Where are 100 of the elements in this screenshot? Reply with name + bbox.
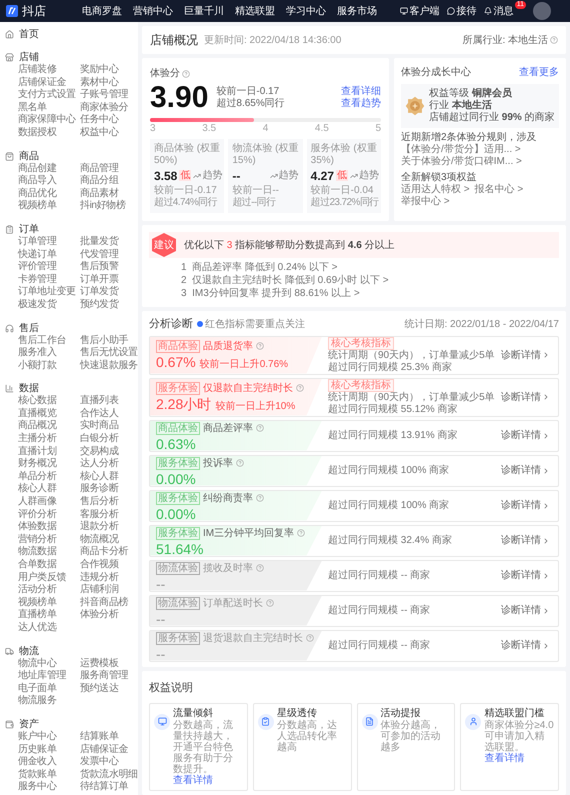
- diagnosis-link[interactable]: 诊断详情: [501, 560, 558, 590]
- sidebar-item[interactable]: 核心人群: [80, 470, 138, 484]
- detail-link[interactable]: 查看趋势: [341, 98, 381, 110]
- sidebar-item[interactable]: 权益中心: [80, 126, 138, 140]
- sidebar-item[interactable]: 物流服务: [18, 695, 78, 708]
- sidebar-item[interactable]: 账户中心: [18, 730, 78, 744]
- sidebar-item[interactable]: 货款账单: [18, 768, 78, 782]
- sidebar-item[interactable]: 订单管理: [18, 236, 78, 249]
- diagnosis-link[interactable]: 诊断详情: [501, 378, 558, 416]
- sidebar-item[interactable]: 佣金收入: [18, 756, 78, 769]
- sidebar-item[interactable]: 违规分析: [80, 572, 138, 584]
- sidebar-item[interactable]: 财务概况: [18, 458, 78, 471]
- sidebar-item[interactable]: 售后预警: [80, 261, 138, 274]
- detail-link[interactable]: 查看详细: [341, 86, 381, 98]
- sidebar-item[interactable]: 黑名单: [18, 102, 78, 114]
- sidebar-item[interactable]: 历史账单: [18, 744, 78, 756]
- sidebar-item[interactable]: 客服分析: [80, 508, 138, 522]
- sidebar-item[interactable]: 店铺利润: [80, 584, 138, 597]
- sidebar-item[interactable]: 服务准入: [18, 347, 78, 360]
- sidebar-item[interactable]: 直播计划: [18, 446, 78, 458]
- sidebar-item[interactable]: 电子面单: [18, 682, 78, 696]
- suggestion-link[interactable]: 2 仅退款自主完结时长 降低到 0.69小时 以下 >: [181, 274, 389, 287]
- sidebar-item[interactable]: 商品概况: [18, 420, 78, 434]
- sidebar-item[interactable]: 奖励中心: [80, 64, 138, 77]
- sidebar-item[interactable]: 达人分析: [80, 458, 138, 471]
- diagnosis-link[interactable]: 诊断详情: [501, 490, 558, 520]
- avatar[interactable]: [533, 2, 551, 20]
- sidebar-item[interactable]: 服务商管理: [80, 670, 138, 683]
- sidebar-item[interactable]: 发票中心: [80, 756, 138, 769]
- sidebar-item[interactable]: 营销分析: [18, 534, 78, 546]
- sidebar-item[interactable]: 快速退款服务: [80, 360, 138, 372]
- sidebar-item[interactable]: 直播列表: [80, 395, 138, 408]
- sidebar-item[interactable]: 任务中心: [80, 114, 138, 127]
- sidebar-item[interactable]: 商品优化: [18, 188, 78, 200]
- sidebar-item[interactable]: 主播分析: [18, 433, 78, 446]
- trend-button[interactable]: 趋势: [193, 168, 222, 183]
- header-action[interactable]: 客户端: [400, 4, 440, 18]
- sidebar-item[interactable]: 卡券管理: [18, 274, 78, 286]
- sidebar-item[interactable]: 直播榜单: [18, 609, 78, 622]
- sidebar-item[interactable]: 达人优选: [18, 622, 78, 635]
- more-link[interactable]: 查看更多: [519, 65, 559, 80]
- nav-link[interactable]: 服务市场: [337, 4, 377, 18]
- sidebar-home[interactable]: 首页: [0, 28, 39, 41]
- sidebar-item[interactable]: 售后工作台: [18, 334, 78, 348]
- sidebar-item[interactable]: 极速发货: [18, 298, 78, 312]
- sidebar-item[interactable]: 售后分析: [80, 496, 138, 509]
- sidebar-item[interactable]: 商品素材: [80, 188, 138, 200]
- rule-link[interactable]: 关于体验分/带货口碑IM... >: [401, 156, 559, 168]
- sidebar-item[interactable]: 代发管理: [80, 248, 138, 262]
- detail-link[interactable]: 查看详情: [484, 752, 524, 764]
- sidebar-item[interactable]: 合单数据: [18, 559, 78, 572]
- sidebar-item[interactable]: 核心人群: [18, 483, 78, 496]
- sidebar-item[interactable]: 商家体验分: [80, 102, 138, 114]
- diagnosis-link[interactable]: 诊断详情: [501, 336, 558, 374]
- sidebar-item[interactable]: 体验分析: [80, 609, 138, 622]
- sidebar-item[interactable]: 小额打款: [18, 360, 78, 372]
- sidebar-item[interactable]: 视频榜单: [18, 200, 78, 213]
- sidebar-item[interactable]: 批量发货: [80, 236, 138, 249]
- sidebar-item[interactable]: 商家保障中心: [18, 114, 78, 127]
- sidebar-item[interactable]: 评价管理: [18, 261, 78, 274]
- sidebar-item[interactable]: 商品导入: [18, 175, 78, 188]
- sidebar-item[interactable]: 售后小助手: [80, 334, 138, 348]
- right-link[interactable]: 适用达人特权 >: [401, 184, 470, 196]
- sidebar-item[interactable]: 运费模板: [80, 658, 138, 670]
- sidebar-item[interactable]: 素材中心: [80, 76, 138, 90]
- sidebar-item[interactable]: 快递订单: [18, 248, 78, 262]
- sidebar-item[interactable]: 订单发货: [80, 286, 138, 299]
- nav-link[interactable]: 电商罗盘: [82, 4, 122, 18]
- sidebar-item[interactable]: 订单地址变更: [18, 286, 78, 299]
- sidebar-item[interactable]: 抖音商品榜: [80, 596, 138, 610]
- sidebar-item[interactable]: 核心数据: [18, 395, 78, 408]
- sidebar-item[interactable]: 服务中心: [18, 781, 78, 794]
- sidebar-item[interactable]: 用户类反馈: [18, 572, 78, 584]
- sidebar-item[interactable]: 服务诊断: [80, 483, 138, 496]
- sidebar-item[interactable]: 商品卡分析: [80, 546, 138, 559]
- diagnosis-link[interactable]: 诊断详情: [501, 420, 558, 450]
- sidebar-item[interactable]: 物流数据: [18, 546, 78, 559]
- sidebar-item[interactable]: 交易构成: [80, 446, 138, 458]
- sidebar-item[interactable]: 店铺装修: [18, 64, 78, 77]
- nav-link[interactable]: 精选联盟: [235, 4, 275, 18]
- sidebar-item[interactable]: 商品分组: [80, 175, 138, 188]
- right-link[interactable]: 报名中心 >: [474, 184, 524, 196]
- sidebar-item[interactable]: 预约发货: [80, 298, 138, 312]
- sidebar-item[interactable]: 人群画像: [18, 496, 78, 509]
- sidebar-item[interactable]: 地址库管理: [18, 670, 78, 683]
- sidebar-item[interactable]: 活动分析: [18, 584, 78, 597]
- detail-link[interactable]: 查看详情: [173, 774, 213, 786]
- nav-link[interactable]: 营销中心: [133, 4, 173, 18]
- sidebar-item[interactable]: 支付方式设置: [18, 89, 78, 102]
- sidebar-item[interactable]: 数据授权: [18, 126, 78, 140]
- suggestion-link[interactable]: 1 商品差评率 降低到 0.24% 以下 >: [181, 261, 338, 274]
- sidebar-item[interactable]: 实时商品: [80, 420, 138, 434]
- sidebar-item[interactable]: 商品管理: [80, 162, 138, 176]
- sidebar-item[interactable]: 商品创建: [18, 162, 78, 176]
- trend-button[interactable]: 趋势: [270, 168, 299, 183]
- sidebar-item[interactable]: 合作达人: [80, 408, 138, 420]
- header-action[interactable]: 消息: [484, 4, 514, 18]
- sidebar-item[interactable]: 视频榜单: [18, 596, 78, 610]
- diagnosis-link[interactable]: 诊断详情: [501, 526, 558, 556]
- sidebar-item[interactable]: 预约送达: [80, 682, 138, 696]
